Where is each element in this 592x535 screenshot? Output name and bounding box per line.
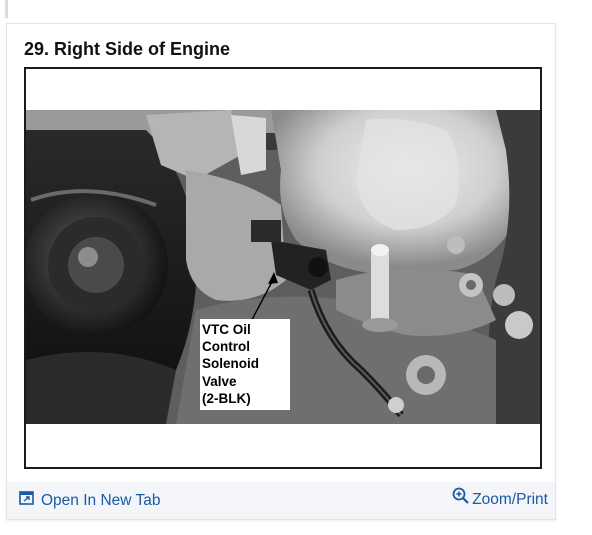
figure-frame[interactable]: VTC Oil Control Solenoid Valve (2-BLK) [24, 67, 542, 469]
figure-title: 29. Right Side of Engine [24, 39, 231, 59]
callout-label: VTC Oil Control Solenoid Valve (2-BLK) [200, 319, 290, 410]
figure-card: 29. Right Side of Engine VTC Oil Control… [6, 23, 556, 520]
open-in-new-tab-link[interactable]: Open In New Tab [19, 491, 160, 510]
open-in-new-tab-icon [19, 491, 34, 510]
magnifier-plus-icon [452, 487, 469, 509]
zoom-print-link[interactable]: Zoom/Print [452, 487, 548, 509]
zoom-print-label: Zoom/Print [472, 491, 548, 508]
card-footer: Open In New Tab Zoom/Print [7, 482, 555, 519]
callout-text: VTC Oil Control Solenoid Valve (2-BLK) [202, 322, 259, 406]
top-divider [5, 0, 8, 18]
open-in-new-tab-label: Open In New Tab [41, 491, 161, 509]
